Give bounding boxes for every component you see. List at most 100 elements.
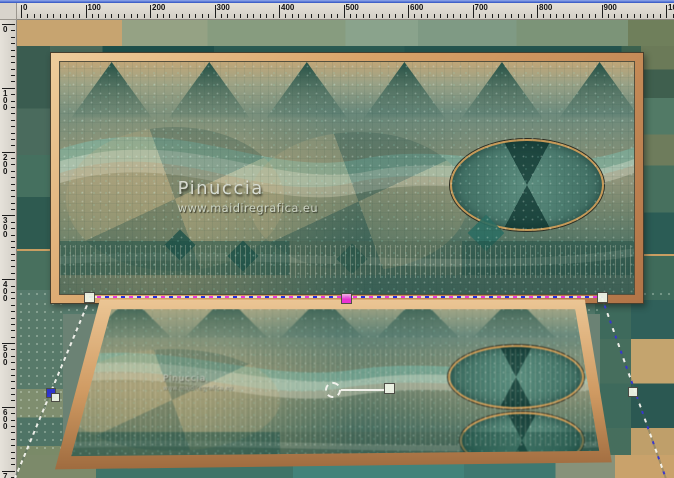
distorted-copy[interactable]: Pinuccia www.maidiregrafica.eu [40, 296, 640, 472]
handle-middle-right[interactable] [628, 387, 638, 397]
ruler-tick [537, 5, 538, 18]
ruler-tick [324, 14, 326, 18]
ruler-tick [66, 14, 68, 18]
ruler-tick [511, 14, 513, 18]
ruler-tick [11, 253, 15, 255]
ruler-tick [11, 164, 15, 166]
ruler-tick [356, 14, 358, 18]
ruler-tick [11, 183, 15, 185]
ruler-tick [291, 14, 293, 18]
ruler-tick [375, 14, 377, 18]
ruler-tick [672, 14, 674, 18]
ruler-tick [627, 14, 629, 18]
ruler-tick [11, 119, 15, 121]
rotation-pivot-icon[interactable] [325, 382, 341, 398]
ruler-tick [11, 170, 15, 172]
ruler-tick [11, 247, 15, 249]
ruler-tick [11, 234, 15, 236]
ruler-tick [11, 62, 15, 64]
artwork-title: Pinuccia [163, 373, 207, 384]
ruler-tick [349, 14, 351, 18]
ruler-tick [549, 14, 551, 18]
ruler-label: 400 [281, 3, 295, 12]
horizontal-ruler[interactable]: 0 100 200 300 400 500 600 700 800 900 1000 [17, 3, 674, 20]
ruler-tick [11, 272, 15, 274]
rotation-arm [341, 389, 386, 391]
artwork-signature: Pinuccia www.maidiregrafica.eu [163, 373, 233, 392]
ruler-tick [633, 14, 635, 18]
handle-top-left[interactable] [84, 292, 95, 303]
ruler-tick [440, 14, 442, 18]
ruler-tick [11, 202, 15, 204]
ruler-tick [11, 189, 15, 191]
ruler-tick [79, 14, 81, 18]
ruler-corner [0, 3, 17, 20]
ruler-tick [620, 14, 622, 18]
image-canvas[interactable]: Pinuccia www.maidiregrafica.eu Pinuccia … [17, 20, 674, 478]
ruler-label: 300 [3, 216, 8, 240]
ruler-tick [11, 94, 15, 96]
ruler-tick [124, 14, 126, 18]
ruler-label: 100 [87, 3, 101, 12]
ruler-tick [646, 14, 648, 18]
ruler-tick [11, 49, 15, 51]
ruler-tick [156, 14, 158, 18]
ruler-tick [11, 113, 15, 115]
ruler-tick [569, 14, 571, 18]
ruler-label: 0 [23, 3, 28, 12]
ruler-tick [11, 445, 15, 447]
ruler-tick [614, 14, 616, 18]
ruler-label: 500 [3, 344, 8, 367]
pinstripe-texture [71, 348, 600, 446]
ruler-label: 0 [3, 25, 8, 34]
vertical-ruler[interactable]: 0 100 200 300 400 500 600 700 [0, 20, 17, 478]
bg-patch-top-band [17, 20, 674, 46]
ruler-tick [33, 14, 35, 18]
ruler-tick [311, 14, 313, 18]
ruler-tick [11, 145, 15, 147]
ruler-tick [266, 14, 268, 18]
ruler-tick [162, 14, 164, 18]
ruler-tick [117, 14, 119, 18]
handle-rotation[interactable] [384, 383, 395, 394]
ruler-tick [498, 14, 500, 18]
ruler-tick [11, 381, 15, 383]
ruler-tick [220, 14, 222, 18]
ruler-tick [11, 349, 15, 351]
handle-top-middle[interactable] [341, 293, 352, 304]
ruler-tick [582, 14, 584, 18]
ruler-tick [11, 196, 15, 198]
ruler-tick [420, 14, 422, 18]
ruler-tick [362, 14, 364, 18]
ruler-label: 900 [603, 3, 617, 12]
ruler-tick [304, 14, 306, 18]
ellipse-medallion [450, 138, 604, 231]
ruler-tick [253, 14, 255, 18]
ruler-tick [11, 336, 15, 338]
ruler-tick [11, 138, 15, 140]
ruler-tick [11, 311, 15, 313]
ruler-tick [208, 14, 209, 18]
ruler-tick [11, 323, 15, 325]
handle-top-right[interactable] [597, 292, 608, 303]
ruler-tick [137, 14, 139, 18]
ruler-tick [85, 5, 87, 18]
ruler-tick [104, 14, 106, 18]
ruler-tick [11, 432, 15, 434]
ruler-tick [11, 43, 15, 45]
ruler-tick [130, 14, 132, 18]
ruler-tick [640, 14, 642, 18]
ruler-tick [240, 14, 242, 18]
ruler-label: 200 [3, 152, 8, 176]
ruler-tick [11, 374, 15, 376]
ruler-tick [11, 285, 15, 287]
ruler-tick [11, 464, 15, 466]
ruler-tick [337, 14, 338, 18]
handle-middle-left[interactable] [51, 393, 60, 402]
ruler-tick [11, 177, 15, 179]
ruler-tick [466, 14, 467, 18]
ruler-tick [11, 298, 15, 300]
ruler-tick [11, 81, 15, 83]
ruler-tick [524, 14, 526, 18]
ruler-tick [11, 75, 15, 76]
